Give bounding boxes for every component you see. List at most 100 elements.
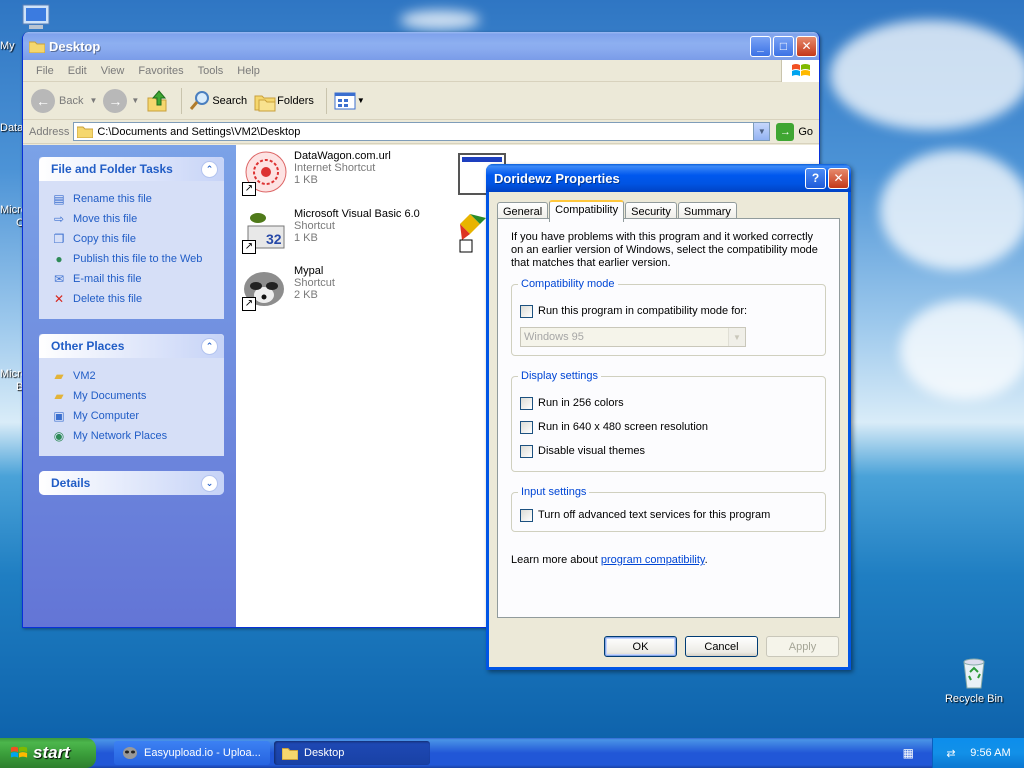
file-size: 1 KB (294, 174, 318, 186)
compatibility-mode-group: Compatibility mode Run this program in c… (511, 278, 826, 356)
publish-web-link[interactable]: ● Publish this file to the Web (51, 249, 214, 269)
search-label: Search (212, 94, 248, 107)
chevron-down-icon: ▼ (757, 127, 766, 136)
back-button[interactable]: ← Back ▼ (31, 88, 97, 113)
start-button[interactable]: start (0, 738, 96, 768)
shortcut-arrow-icon: ↗ (242, 182, 256, 196)
compat-mode-checkbox[interactable]: Run this program in compatibility mode f… (520, 299, 817, 323)
menu-file[interactable]: File (29, 65, 61, 77)
address-label: Address (29, 125, 70, 138)
menu-view[interactable]: View (94, 65, 132, 77)
network-tray-icon[interactable]: ⇄ (946, 747, 955, 760)
start-label: start (33, 743, 70, 762)
checkbox-box[interactable] (520, 396, 533, 410)
collapse-chevron-icon[interactable]: ⌃ (201, 160, 218, 178)
link-label: My Computer (73, 410, 140, 422)
disable-visual-themes-checkbox[interactable]: Disable visual themes (520, 439, 817, 463)
help-button[interactable]: ? (805, 167, 826, 189)
file-name: Mypal (294, 265, 324, 277)
file-item[interactable]: ↗ DataWagon.com.url Internet Shortcut 1 … (240, 150, 391, 198)
group-legend: Compatibility mode (518, 278, 618, 290)
tab-strip: General Compatibility Security Summary (497, 200, 848, 222)
copy-file-link[interactable]: ❐ Copy this file (51, 229, 214, 249)
address-field[interactable]: C:\Documents and Settings\VM2\Desktop ▼ (73, 122, 771, 141)
link-label: Publish this file to the Web (73, 253, 203, 265)
installer-file-icon[interactable] (458, 210, 488, 254)
folder-icon (77, 126, 94, 138)
file-item[interactable]: 32 ↗ Microsoft Visual Basic 6.0 Shortcut… (240, 208, 420, 256)
run-640x480-checkbox[interactable]: Run in 640 x 480 screen resolution (520, 415, 817, 439)
menu-favorites[interactable]: Favorites (131, 65, 190, 77)
move-file-link[interactable]: ⇨ Move this file (51, 209, 214, 229)
expand-chevron-icon[interactable]: ⌄ (201, 474, 218, 492)
delete-x-icon: ✕ (53, 292, 65, 306)
desktop-icon-my-computer[interactable] (20, 2, 54, 32)
ok-button[interactable]: OK (604, 636, 677, 657)
os-version-select[interactable]: Windows 95 ▼ (520, 327, 746, 347)
delete-file-link[interactable]: ✕ Delete this file (51, 289, 214, 309)
forward-button[interactable]: → ▼ (103, 88, 139, 113)
folders-button[interactable]: Folders (253, 90, 314, 112)
program-compatibility-link[interactable]: program compatibility (601, 554, 705, 566)
place-my-computer-link[interactable]: ▣ My Computer (51, 406, 214, 426)
checkbox-box[interactable] (520, 444, 533, 458)
dialog-title: Doridewz Properties (494, 170, 620, 186)
clock[interactable]: 9:56 AM (970, 747, 1010, 759)
taskbar-item-desktop[interactable]: Desktop (274, 741, 430, 765)
address-dropdown-button[interactable]: ▼ (753, 123, 770, 140)
checkbox-box[interactable] (520, 304, 533, 318)
keyboard-icon[interactable]: ▦ (903, 746, 914, 760)
desktop-icon-recycle-bin[interactable]: Recycle Bin (938, 656, 1010, 705)
close-button[interactable]: ✕ (796, 35, 817, 57)
place-network-link[interactable]: ◉ My Network Places (51, 426, 214, 446)
raccoon-icon: ↗ (240, 265, 288, 313)
run-256-colors-checkbox[interactable]: Run in 256 colors (520, 391, 817, 415)
toolbar-separator (181, 87, 183, 114)
learn-more-text: Learn more about program compatibility. (511, 554, 826, 566)
forward-arrow-icon: → (103, 88, 128, 113)
globe-icon: ● (55, 252, 63, 266)
link-label: Copy this file (73, 233, 136, 245)
minimize-button[interactable]: _ (750, 35, 771, 57)
up-folder-button[interactable] (145, 89, 169, 113)
place-vm2-link[interactable]: ▰ VM2 (51, 366, 214, 386)
checkbox-box[interactable] (520, 508, 533, 522)
cancel-button[interactable]: Cancel (685, 636, 758, 657)
panel-title: File and Folder Tasks (51, 162, 173, 176)
file-name: DataWagon.com.url (294, 150, 391, 162)
panel-header[interactable]: Other Places ⌃ (39, 334, 224, 358)
menu-tools[interactable]: Tools (191, 65, 231, 77)
cloud-decoration (880, 150, 1024, 270)
panel-header[interactable]: File and Folder Tasks ⌃ (39, 157, 224, 181)
taskbar-item-label: Easyupload.io - Uploa... (144, 747, 261, 759)
apply-button[interactable]: Apply (766, 636, 839, 657)
link-label: Delete this file (73, 293, 143, 305)
menu-help[interactable]: Help (230, 65, 267, 77)
address-bar: Address C:\Documents and Settings\VM2\De… (23, 120, 819, 144)
views-button[interactable]: ▼ (333, 90, 365, 112)
tab-compatibility[interactable]: Compatibility (549, 200, 625, 222)
explorer-titlebar[interactable]: Desktop _ □ ✕ (23, 32, 819, 60)
file-size: 2 KB (294, 289, 318, 301)
place-my-documents-link[interactable]: ▰ My Documents (51, 386, 214, 406)
raccoon-icon (123, 747, 137, 759)
maximize-button[interactable]: □ (773, 35, 794, 57)
properties-dialog[interactable]: Doridewz Properties ? ✕ General Compatib… (486, 164, 851, 670)
checkbox-box[interactable] (520, 420, 533, 434)
file-item[interactable]: ↗ Mypal Shortcut 2 KB (240, 265, 335, 313)
display-settings-group: Display settings Run in 256 colors Run i… (511, 370, 826, 472)
rename-file-link[interactable]: ▤ Rename this file (51, 189, 214, 209)
windows-logo-icon (781, 59, 819, 82)
email-file-link[interactable]: ✉ E-mail this file (51, 269, 214, 289)
panel-header[interactable]: Details ⌄ (39, 471, 224, 495)
link-label: My Network Places (73, 430, 168, 442)
search-button[interactable]: Search (188, 89, 247, 113)
turn-off-text-services-checkbox[interactable]: Turn off advanced text services for this… (520, 503, 817, 527)
svg-text:32: 32 (266, 231, 282, 247)
collapse-chevron-icon[interactable]: ⌃ (201, 337, 218, 355)
dialog-titlebar[interactable]: Doridewz Properties ? ✕ (486, 164, 851, 192)
go-button[interactable]: → Go (776, 122, 813, 141)
taskbar-item-easyupload[interactable]: Easyupload.io - Uploa... (114, 741, 270, 765)
close-button[interactable]: ✕ (828, 167, 849, 189)
menu-edit[interactable]: Edit (61, 65, 94, 77)
